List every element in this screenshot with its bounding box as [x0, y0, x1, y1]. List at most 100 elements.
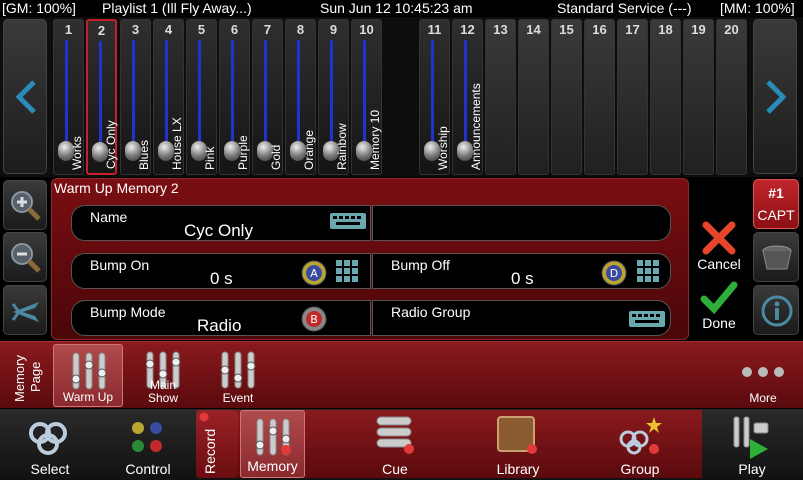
fader-14[interactable]: 14 [518, 19, 549, 175]
page-main-show[interactable]: Main Show [128, 344, 198, 407]
bump-off-label: Bump Off [391, 257, 450, 273]
dialog-title: Warm Up Memory 2 [54, 180, 179, 196]
memory-faders-icon [71, 352, 107, 390]
capture-button[interactable]: #1 CAPT [753, 179, 799, 229]
cue-button[interactable]: Cue [355, 409, 435, 480]
fader-3[interactable]: 3 Blues [120, 19, 151, 175]
record-tab[interactable]: Record [196, 410, 238, 478]
play-label: Play [738, 461, 766, 477]
cancel-button[interactable]: Cancel [692, 220, 746, 276]
fader-label: Purple [236, 135, 250, 170]
fader-8[interactable]: 8 Orange [285, 19, 316, 175]
library-label: Library [496, 461, 540, 477]
svg-text:A: A [310, 267, 318, 280]
select-label: Select [30, 461, 70, 477]
fader-track [363, 40, 366, 150]
cancel-x-icon [702, 221, 736, 255]
fader-track [132, 40, 135, 150]
select-button[interactable]: Select [8, 409, 92, 480]
bump-off-field[interactable]: Bump Off 0 s D [372, 253, 671, 289]
fader-label: Cyc Only [104, 120, 118, 169]
fader-15[interactable]: 15 [551, 19, 582, 175]
done-button[interactable]: Done [692, 281, 746, 337]
zoom-out-button[interactable] [3, 232, 47, 282]
fader-10[interactable]: 10 Memory 10 [351, 19, 382, 175]
keypad-icon [637, 260, 659, 282]
fader-number: 10 [359, 22, 374, 37]
fader-label: Blues [137, 139, 151, 170]
fader-16[interactable]: 16 [584, 19, 615, 175]
page-warm-up[interactable]: Warm Up [53, 344, 123, 407]
play-button[interactable]: Play [712, 409, 792, 480]
radio-group-field[interactable]: Radio Group [372, 300, 671, 336]
record-indicator-icon [199, 412, 209, 422]
fader-12[interactable]: 12 Announcements [452, 19, 483, 175]
fader-label-wrap: Blues [137, 60, 151, 170]
next-page-button[interactable] [753, 19, 797, 174]
fader-4[interactable]: 4 House LX [153, 19, 184, 175]
group-button[interactable]: Group [600, 409, 680, 480]
info-icon [761, 295, 793, 327]
name-field[interactable]: Name Cyc Only [71, 205, 371, 241]
control-dots-icon [132, 422, 162, 452]
zoom-in-button[interactable] [3, 180, 47, 230]
fader-17[interactable]: 17 [617, 19, 648, 175]
fader-number: 11 [427, 22, 442, 37]
fader-number: 6 [230, 22, 239, 37]
fader-6[interactable]: 6 Purple [219, 19, 250, 175]
fader-label-wrap: House LX [170, 60, 184, 170]
fader-2[interactable]: 2 Cyc Only [86, 19, 118, 175]
bump-mode-label: Bump Mode [90, 304, 166, 320]
fader-bank: 1 Works 2 Cyc Only 3 Blues 4 House LX 5 Pink 6 Purp… [0, 17, 803, 177]
fader-label: Worship [436, 126, 450, 170]
fader-5[interactable]: 5 Pink [186, 19, 217, 175]
fader-label: Orange [302, 129, 316, 170]
page-event[interactable]: Event [203, 344, 273, 407]
flight-mode-button[interactable] [3, 285, 47, 335]
fader-label: Works [70, 136, 84, 170]
fader-13[interactable]: 13 [485, 19, 516, 175]
more-button[interactable]: More [728, 344, 798, 407]
status-bar: [GM: 100%] Playlist 1 (Ill Fly Away...) … [0, 0, 803, 17]
fader-9[interactable]: 9 Rainbow [318, 19, 349, 175]
fader-11[interactable]: 11 Worship [419, 19, 450, 175]
fader-20[interactable]: 20 [716, 19, 747, 175]
bump-on-label: Bump On [90, 257, 150, 273]
select-rings-icon [29, 422, 67, 455]
fader-1[interactable]: 1 Works [53, 19, 84, 175]
page-main-show-label: Main Show [147, 378, 179, 405]
fader-7[interactable]: 7 Gold [252, 19, 283, 175]
fader-number: 9 [329, 22, 338, 37]
fader-number: 15 [559, 22, 574, 37]
bump-on-field[interactable]: Bump On 0 s A [71, 253, 371, 289]
library-button[interactable]: Library [478, 409, 558, 480]
keypad-icon [336, 260, 358, 282]
fader-label: Rainbow [335, 123, 349, 170]
fader-19[interactable]: 19 [683, 19, 714, 175]
memory-button[interactable]: Memory [240, 410, 305, 478]
fader-track [65, 40, 68, 150]
svg-text:B: B [310, 313, 318, 326]
fader-track [198, 40, 201, 150]
cancel-label: Cancel [697, 256, 741, 272]
memory-page-label-line1: Memory [12, 355, 27, 402]
fader-number: 8 [296, 22, 305, 37]
memory-page-label: Memory Page [4, 346, 44, 406]
fader-label: Announcements [469, 83, 483, 170]
keyboard-icon [330, 213, 366, 229]
bump-mode-field[interactable]: Bump Mode Radio B [71, 300, 371, 336]
svg-text:D: D [610, 267, 618, 280]
fader-track [165, 40, 168, 150]
memory-master-level: [MM: 100%] [720, 0, 795, 16]
control-button[interactable]: Control [106, 409, 190, 480]
done-label: Done [702, 315, 736, 331]
chevron-left-icon [16, 80, 36, 114]
fader-track [464, 40, 467, 150]
info-button[interactable] [753, 285, 799, 335]
previous-page-button[interactable] [3, 19, 47, 174]
fader-18[interactable]: 18 [650, 19, 681, 175]
radio-group-label: Radio Group [391, 304, 471, 320]
memory-page-bar: Memory Page Warm Up Main Show Event More [0, 341, 803, 408]
fader-number: 17 [625, 22, 640, 37]
clear-button[interactable] [753, 232, 799, 282]
